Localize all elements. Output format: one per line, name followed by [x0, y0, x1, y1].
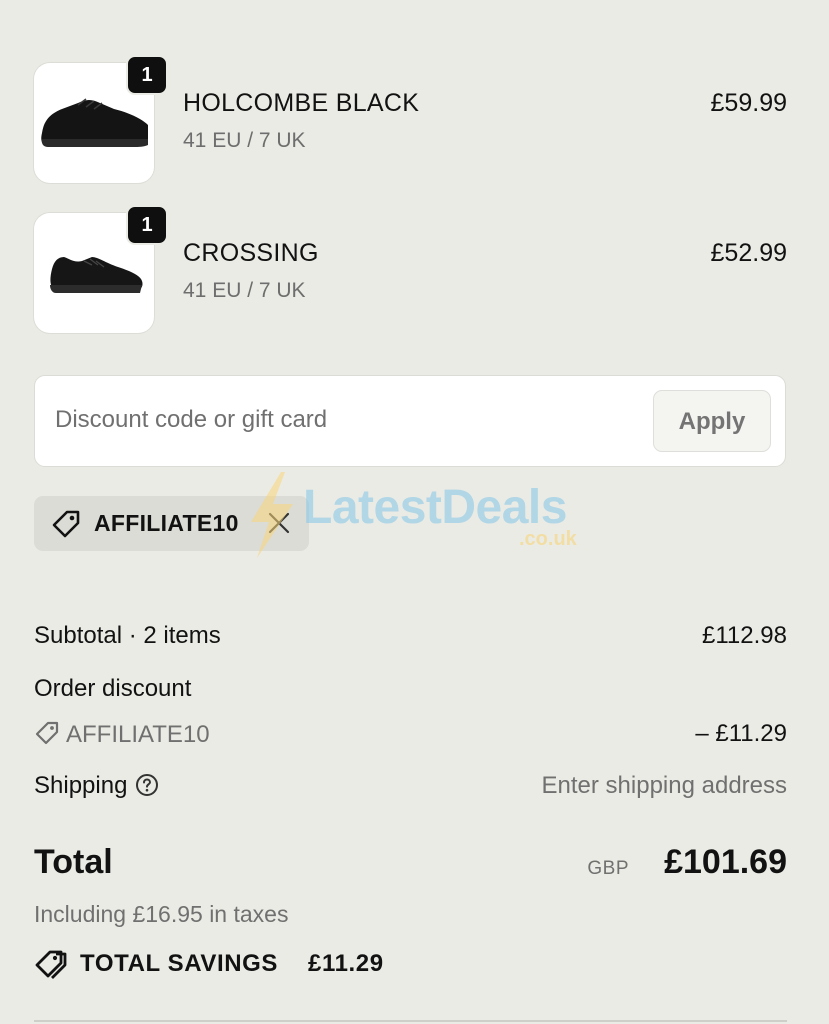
line-item: 1 HOLCOMBE BLACK 41 EU / 7 UK £59.99: [0, 55, 829, 185]
discount-code-field[interactable]: Discount code or gift card Apply: [34, 375, 786, 467]
product-variant: 41 EU / 7 UK: [183, 129, 306, 152]
shipping-row: Shipping Enter shipping address: [34, 772, 787, 800]
discount-code-row: AFFILIATE10 – £11.29: [34, 720, 787, 749]
subtotal-value: £112.98: [702, 622, 787, 649]
total-currency: GBP: [587, 858, 629, 879]
shipping-value: Enter shipping address: [541, 772, 787, 799]
product-name: CROSSING: [183, 239, 319, 267]
savings-label: TOTAL SAVINGS: [80, 950, 279, 977]
product-price: £52.99: [710, 239, 787, 267]
quantity-badge: 1: [126, 205, 168, 245]
watermark-text: LatestDeals: [303, 481, 567, 534]
tag-icon: [52, 510, 80, 538]
apply-button[interactable]: Apply: [653, 390, 771, 452]
taxes-note: Including £16.95 in taxes: [34, 901, 289, 927]
order-discount-row: Order discount: [34, 675, 787, 703]
quantity-badge: 1: [126, 55, 168, 95]
line-item: 1 CROSSING 41 EU / 7 UK £52.99: [0, 205, 829, 335]
applied-discount-chip: AFFILIATE10: [34, 496, 309, 551]
total-label: Total: [34, 843, 113, 881]
divider: [34, 1020, 787, 1022]
subtotal-label: Subtotal · 2 items: [34, 622, 221, 649]
savings-tag-icon: [35, 950, 67, 979]
savings-value: £11.29: [308, 950, 384, 977]
close-icon[interactable]: [266, 510, 292, 536]
watermark-subtext: .co.uk: [519, 528, 577, 550]
shipping-label: Shipping: [34, 772, 128, 799]
product-price: £59.99: [710, 89, 787, 117]
product-variant: 41 EU / 7 UK: [183, 279, 306, 302]
product-name: HOLCOMBE BLACK: [183, 89, 420, 117]
discount-code-input[interactable]: Discount code or gift card: [55, 406, 327, 434]
subtotal-row: Subtotal · 2 items £112.98: [34, 622, 787, 650]
discount-value: – £11.29: [695, 720, 787, 747]
applied-code-label: AFFILIATE10: [94, 510, 239, 536]
order-discount-label: Order discount: [34, 675, 192, 702]
discount-code-label: AFFILIATE10: [66, 721, 210, 748]
help-icon[interactable]: [135, 773, 159, 797]
total-value: £101.69: [664, 843, 787, 881]
tag-icon: [35, 721, 59, 745]
